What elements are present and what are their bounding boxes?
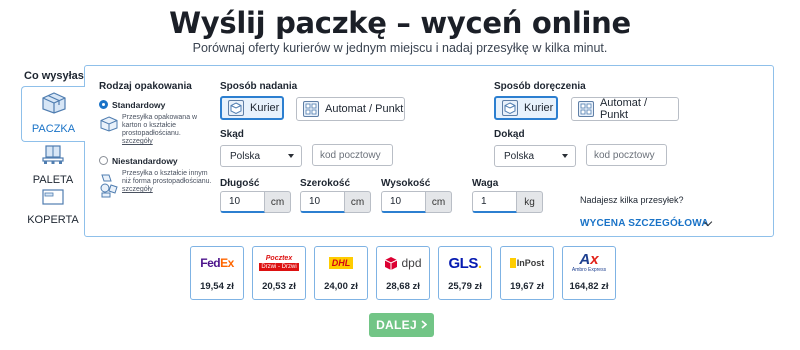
from-postcode-input[interactable]: kod pocztowy	[312, 144, 393, 166]
from-country-value: Polska	[230, 150, 261, 162]
from-postcode-placeholder: kod pocztowy	[320, 149, 381, 161]
gls-logo: GLS.	[448, 254, 482, 272]
radio-nonstandard[interactable]	[99, 156, 108, 165]
to-label: Dokąd	[494, 129, 525, 140]
weight-value: 1	[472, 191, 517, 213]
detailed-quote-link[interactable]: WYCENA SZCZEGÓŁOWA	[580, 218, 709, 229]
standard-description-text: Przesyłka opakowana w karton o kształcie…	[122, 114, 198, 137]
nonstandard-details-link[interactable]: szczegóły	[122, 186, 153, 193]
weight-input[interactable]: 1 kg	[472, 191, 543, 213]
carrier-price: 164,82 zł	[569, 281, 609, 292]
parcel-locker-icon	[578, 101, 594, 117]
pocztex-logo: Pocztex Drzwi - Drzwi	[259, 255, 299, 271]
from-country-select[interactable]: Polska	[220, 145, 302, 167]
courier-icon	[502, 100, 518, 116]
chevron-right-icon	[421, 318, 428, 332]
standard-description: Przesyłka opakowana w karton o kształcie…	[122, 114, 212, 146]
to-country-value: Polska	[504, 150, 535, 162]
carrier-price: 24,00 zł	[324, 281, 358, 292]
inpost-logo: InPost	[501, 247, 553, 279]
sending-courier-label: Kurier	[250, 102, 280, 114]
tab-envelope-label: KOPERTA	[27, 214, 79, 226]
courier-icon	[228, 100, 244, 116]
width-label: Szerokość	[300, 178, 351, 189]
carrier-price: 20,53 zł	[262, 281, 296, 292]
tab-envelope[interactable]: KOPERTA	[21, 176, 85, 232]
page-subtitle: Porównaj oferty kurierów w jednym miejsc…	[192, 41, 608, 55]
nonstandard-description: Przesyłka o kształcie innym niż forma pr…	[122, 170, 212, 194]
to-postcode-input[interactable]: kod pocztowy	[586, 144, 667, 166]
envelope-icon	[42, 189, 64, 210]
radio-nonstandard-label: Niestandardowy	[112, 156, 178, 166]
to-postcode-placeholder: kod pocztowy	[594, 149, 655, 161]
page-title: Wyślij paczkę – wyceń online	[169, 6, 631, 40]
delivery-courier-label: Kurier	[524, 102, 554, 114]
standard-box-icon	[100, 116, 118, 137]
next-button-label: DALEJ	[376, 318, 417, 332]
weight-unit: kg	[517, 191, 543, 213]
carrier-card-dpd[interactable]: dpd 28,68 zł	[376, 246, 430, 300]
length-label: Długość	[220, 178, 260, 189]
carrier-card-dhl[interactable]: DHL 24,00 zł	[314, 246, 368, 300]
pallet-icon	[42, 145, 64, 170]
radio-standard-label: Standardowy	[112, 100, 166, 110]
height-label: Wysokość	[381, 178, 431, 189]
ambro-express-logo: Ax Ambro Express	[571, 251, 607, 273]
parcel-locker-icon	[303, 101, 319, 117]
delivery-courier-button[interactable]: Kurier	[494, 96, 558, 120]
nonstandard-description-text: Przesyłka o kształcie innym niż forma pr…	[122, 170, 212, 185]
delivery-title: Sposób doręczenia	[494, 81, 586, 92]
length-unit: cm	[265, 191, 291, 213]
weight-label: Waga	[472, 178, 499, 189]
carrier-card-gls[interactable]: GLS. 25,79 zł	[438, 246, 492, 300]
standard-details-link[interactable]: szczegóły	[122, 138, 153, 145]
carrier-price: 28,68 zł	[386, 281, 420, 292]
width-input[interactable]: 10 cm	[300, 191, 371, 213]
radio-standard[interactable]	[99, 100, 108, 109]
chevron-down-icon	[288, 154, 294, 158]
length-input[interactable]: 10 cm	[220, 191, 291, 213]
height-input[interactable]: 10 cm	[381, 191, 452, 213]
carrier-price: 25,79 zł	[448, 281, 482, 292]
pocztex-sub: Drzwi - Drzwi	[259, 263, 299, 271]
tab-package-label: PACZKA	[31, 123, 76, 135]
delivery-locker-button[interactable]: Automat / Punkt	[571, 97, 679, 121]
height-unit: cm	[426, 191, 452, 213]
fedex-logo: FedEx	[200, 256, 234, 270]
to-country-select[interactable]: Polska	[494, 145, 576, 167]
height-value: 10	[381, 191, 426, 213]
nonstandard-shapes-icon	[99, 173, 119, 204]
carrier-card-fedex[interactable]: FedEx 19,54 zł	[190, 246, 244, 300]
carrier-card-inpost[interactable]: InPost 19,67 zł	[500, 246, 554, 300]
width-unit: cm	[345, 191, 371, 213]
sending-title: Sposób nadania	[220, 81, 298, 92]
carrier-card-pocztex[interactable]: Pocztex Drzwi - Drzwi 20,53 zł	[252, 246, 306, 300]
dpd-logo: dpd	[377, 247, 429, 279]
sending-locker-button[interactable]: Automat / Punkt	[296, 97, 405, 121]
carrier-card-ambro[interactable]: Ax Ambro Express 164,82 zł	[562, 246, 616, 300]
next-button[interactable]: DALEJ	[369, 313, 434, 337]
packaging-title: Rodzaj opakowania	[99, 81, 192, 92]
dhl-logo: DHL	[315, 247, 367, 279]
tab-package[interactable]: PACZKA	[21, 86, 85, 142]
length-value: 10	[220, 191, 265, 213]
multi-parcel-text: Nadajesz kilka przesyłek?	[580, 195, 684, 205]
from-label: Skąd	[220, 129, 244, 140]
package-icon	[41, 92, 66, 119]
width-value: 10	[300, 191, 345, 213]
chevron-down-icon	[562, 154, 568, 158]
sending-locker-label: Automat / Punkt	[325, 103, 404, 115]
sending-courier-button[interactable]: Kurier	[220, 96, 284, 120]
carrier-price: 19,67 zł	[510, 281, 544, 292]
delivery-locker-label: Automat / Punkt	[599, 97, 648, 121]
quote-form-panel: Rodzaj opakowania Standardowy Przesyłka …	[84, 65, 774, 237]
carrier-price: 19,54 zł	[200, 281, 234, 292]
